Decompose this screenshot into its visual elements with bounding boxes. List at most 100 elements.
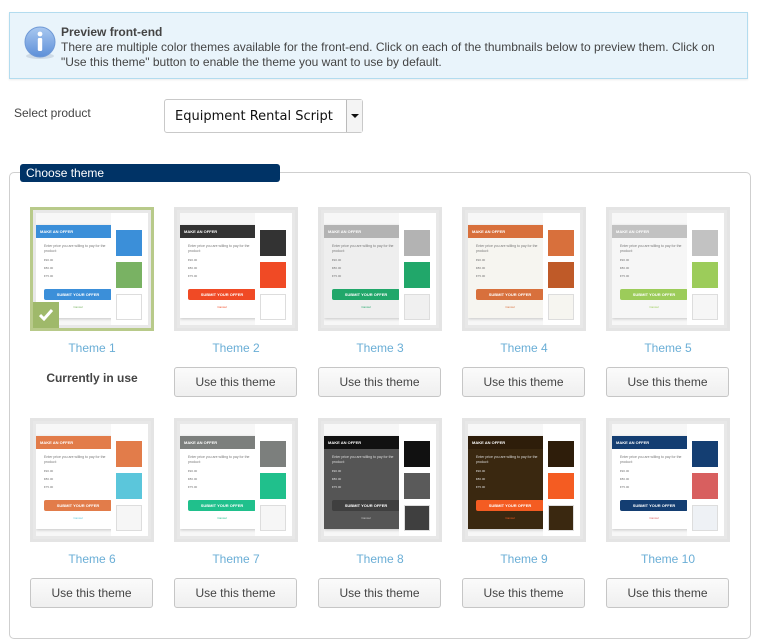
theme-thumbnail[interactable]: MAKE AN OFFER Enter price you are willin… [318,418,442,542]
offer-form-preview: MAKE AN OFFER Enter price you are willin… [36,436,120,529]
theme-name-link[interactable]: Theme 8 [318,552,442,566]
preview-option: €75.00 [476,485,486,489]
theme-preview: MAKE AN OFFER Enter price you are willin… [468,213,580,325]
preview-submit-button: SUBMIT YOUR OFFER [620,500,688,511]
preview-text: Enter price you are willing to pay for t… [332,244,394,253]
preview-cancel-link: Cancel [649,305,659,309]
preview-submit-button: SUBMIT YOUR OFFER [188,500,256,511]
theme-preview: MAKE AN OFFER Enter price you are willin… [324,424,436,536]
preview-submit-button: SUBMIT YOUR OFFER [332,289,400,300]
preview-option: €90.00 [476,258,486,262]
preview-option: €80.00 [332,266,342,270]
theme-thumbnail[interactable]: MAKE AN OFFER Enter price you are willin… [318,207,442,331]
offer-form-preview: MAKE AN OFFER Enter price you are willin… [468,436,552,529]
use-this-theme-button[interactable]: Use this theme [30,578,153,608]
theme-preview: MAKE AN OFFER Enter price you are willin… [612,424,724,536]
use-this-theme-button[interactable]: Use this theme [462,367,585,397]
theme-name-link[interactable]: Theme 3 [318,341,442,355]
color-swatch [116,473,142,499]
color-swatches [399,424,436,536]
offer-form-preview: MAKE AN OFFER Enter price you are willin… [468,225,552,318]
preview-header: MAKE AN OFFER [180,436,264,449]
preview-option: €80.00 [44,266,54,270]
theme-thumbnail[interactable]: MAKE AN OFFER Enter price you are willin… [174,418,298,542]
preview-header-text: MAKE AN OFFER [616,229,650,234]
theme-name-link[interactable]: Theme 2 [174,341,298,355]
theme-thumbnail[interactable]: MAKE AN OFFER Enter price you are willin… [174,207,298,331]
color-swatch [404,262,430,288]
theme-thumbnail[interactable]: MAKE AN OFFER Enter price you are willin… [462,207,586,331]
color-swatch [116,294,142,320]
preview-submit-button: SUBMIT YOUR OFFER [476,500,544,511]
use-this-theme-button[interactable]: Use this theme [606,578,729,608]
preview-header: MAKE AN OFFER [468,436,552,449]
color-swatches [255,424,292,536]
theme-name-link[interactable]: Theme 10 [606,552,730,566]
color-swatches [111,213,148,325]
theme-name-link[interactable]: Theme 1 [30,341,154,355]
theme-thumbnail[interactable]: MAKE AN OFFER Enter price you are willin… [30,418,154,542]
color-swatch [260,294,286,320]
preview-text: Enter price you are willing to pay for t… [44,244,106,253]
preview-header: MAKE AN OFFER [324,436,408,449]
preview-option: €90.00 [44,258,54,262]
color-swatch [116,505,142,531]
theme-name-link[interactable]: Theme 7 [174,552,298,566]
preview-cancel-link: Cancel [649,516,659,520]
checkmark-icon [33,302,59,328]
preview-cancel-link: Cancel [73,516,83,520]
theme-card: MAKE AN OFFER Enter price you are willin… [462,418,586,608]
color-swatch [548,505,574,531]
select-product-label: Select product [14,106,91,120]
preview-cancel-link: Cancel [361,305,371,309]
theme-name-link[interactable]: Theme 5 [606,341,730,355]
preview-header: MAKE AN OFFER [36,225,120,238]
theme-name-link[interactable]: Theme 4 [462,341,586,355]
preview-option: €75.00 [44,274,54,278]
preview-text: Enter price you are willing to pay for t… [44,455,106,464]
preview-cancel-link: Cancel [361,516,371,520]
use-this-theme-button[interactable]: Use this theme [174,367,297,397]
color-swatch [260,473,286,499]
theme-card: MAKE AN OFFER Enter price you are willin… [30,418,154,608]
theme-card: MAKE AN OFFER Enter price you are willin… [606,207,730,397]
color-swatch [692,262,718,288]
color-swatch [548,230,574,256]
theme-preview: MAKE AN OFFER Enter price you are willin… [468,424,580,536]
color-swatch [692,505,718,531]
theme-preview: MAKE AN OFFER Enter price you are willin… [180,424,292,536]
chevron-down-icon[interactable] [346,100,362,132]
color-swatch [548,473,574,499]
preview-submit-button: SUBMIT YOUR OFFER [620,289,688,300]
color-swatch [692,441,718,467]
preview-option: €80.00 [476,266,486,270]
color-swatch [260,441,286,467]
theme-thumbnail[interactable]: MAKE AN OFFER Enter price you are willin… [606,418,730,542]
use-this-theme-button[interactable]: Use this theme [462,578,585,608]
preview-option: €75.00 [44,485,54,489]
theme-thumbnail[interactable]: MAKE AN OFFER Enter price you are willin… [462,418,586,542]
preview-header: MAKE AN OFFER [324,225,408,238]
preview-cancel-link: Cancel [217,516,227,520]
color-swatch [404,505,430,531]
color-swatches [111,424,148,536]
theme-thumbnail[interactable]: MAKE AN OFFER Enter price you are willin… [606,207,730,331]
preview-submit-button: SUBMIT YOUR OFFER [44,500,112,511]
preview-text: Enter price you are willing to pay for t… [476,455,538,464]
theme-thumbnail[interactable]: MAKE AN OFFER Enter price you are willin… [30,207,154,331]
color-swatch [692,294,718,320]
theme-name-link[interactable]: Theme 9 [462,552,586,566]
use-this-theme-button[interactable]: Use this theme [318,578,441,608]
theme-card: MAKE AN OFFER Enter price you are willin… [318,207,442,397]
product-select[interactable]: Equipment Rental Script [164,99,363,133]
theme-name-link[interactable]: Theme 6 [30,552,154,566]
theme-card: MAKE AN OFFER Enter price you are willin… [462,207,586,397]
use-this-theme-button[interactable]: Use this theme [174,578,297,608]
preview-option: €90.00 [476,469,486,473]
use-this-theme-button[interactable]: Use this theme [318,367,441,397]
preview-text: Enter price you are willing to pay for t… [332,455,394,464]
use-this-theme-button[interactable]: Use this theme [606,367,729,397]
preview-option: €80.00 [44,477,54,481]
preview-header-text: MAKE AN OFFER [472,440,506,445]
color-swatch [116,262,142,288]
